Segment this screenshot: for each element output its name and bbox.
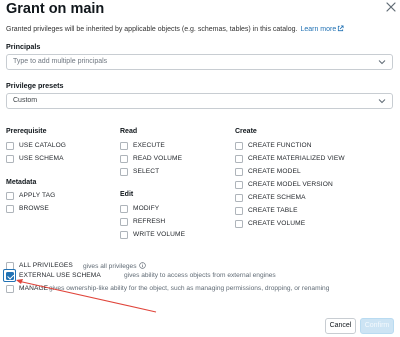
dialog-description: Granted privileges will be inherited by … [6,25,344,33]
checkbox-read-volume[interactable] [120,155,128,163]
option-label: READ VOLUME [133,155,183,162]
manage-desc: gives ownership-like ability for the obj… [49,285,330,292]
option-label: USE SCHEMA [19,155,64,162]
checkbox-write-volume[interactable] [120,231,128,239]
metadata-heading: Metadata [6,179,37,186]
principals-input[interactable]: Type to add multiple principals [6,54,393,70]
option-label: CREATE MATERIALIZED VIEW [248,155,345,162]
checkbox-create-table[interactable] [235,207,243,215]
checkbox-use-catalog[interactable] [6,142,14,150]
read-heading: Read [120,128,138,135]
option-label: CREATE MODEL [248,168,301,175]
grant-dialog: Grant on main Granted privileges will be… [0,0,400,337]
option-label: APPLY TAG [19,192,56,199]
checkbox-create-volume[interactable] [235,220,243,228]
checkbox-refresh[interactable] [120,218,128,226]
checkbox-external-use-schema[interactable] [6,272,14,280]
option-label: CREATE SCHEMA [248,194,306,201]
presets-select[interactable]: Custom [6,93,393,109]
all-privileges-label: ALL PRIVILEGES [19,262,73,269]
checkbox-execute[interactable] [120,142,128,150]
option-label: CREATE FUNCTION [248,142,312,149]
checkbox-create-model-version[interactable] [235,181,243,189]
cancel-button[interactable]: Cancel [325,318,356,334]
external-use-schema-label: EXTERNAL USE SCHEMA [19,272,101,279]
principals-label: Principals [6,42,41,51]
external-use-schema-desc: gives ability to access objects from ext… [124,272,276,279]
checkbox-create-schema[interactable] [235,194,243,202]
checkbox-create-function[interactable] [235,142,243,150]
option-label: MODIFY [133,205,160,212]
presets-label: Privilege presets [6,81,64,90]
option-label: EXECUTE [133,142,165,149]
prerequisite-heading: Prerequisite [6,128,47,135]
checkbox-select[interactable] [120,168,128,176]
create-heading: Create [235,128,257,135]
principals-placeholder: Type to add multiple principals [13,58,108,65]
dialog-title: Grant on main [6,1,105,17]
option-label: USE CATALOG [19,142,67,149]
option-label: CREATE VOLUME [248,220,306,227]
all-privileges-desc-text: gives all privileges [83,263,137,270]
confirm-button[interactable]: Confirm [360,318,394,334]
close-icon[interactable] [385,1,397,13]
all-privileges-desc: gives all privileges [83,262,146,270]
info-icon[interactable] [138,262,146,269]
presets-value: Custom [13,97,38,104]
option-label: CREATE TABLE [248,207,298,214]
manage-label: MANAGE [19,285,49,292]
checkbox-modify[interactable] [120,205,128,213]
chevron-down-icon [378,99,386,104]
edit-heading: Edit [120,191,134,198]
option-label: WRITE VOLUME [133,231,186,238]
checkbox-use-schema[interactable] [6,155,14,163]
checkbox-manage[interactable] [6,285,14,293]
option-label: REFRESH [133,218,166,225]
description-text: Granted privileges will be inherited by … [6,26,298,33]
external-link-icon[interactable] [337,25,344,32]
option-label: BROWSE [19,205,49,212]
option-label: SELECT [133,168,160,175]
option-label: CREATE MODEL VERSION [248,181,333,188]
chevron-down-icon [378,60,386,65]
checkbox-create-materialized-view[interactable] [235,155,243,163]
checkbox-create-model[interactable] [235,168,243,176]
checkbox-apply-tag[interactable] [6,192,14,200]
checkbox-browse[interactable] [6,205,14,213]
learn-more-link[interactable]: Learn more [300,26,336,33]
